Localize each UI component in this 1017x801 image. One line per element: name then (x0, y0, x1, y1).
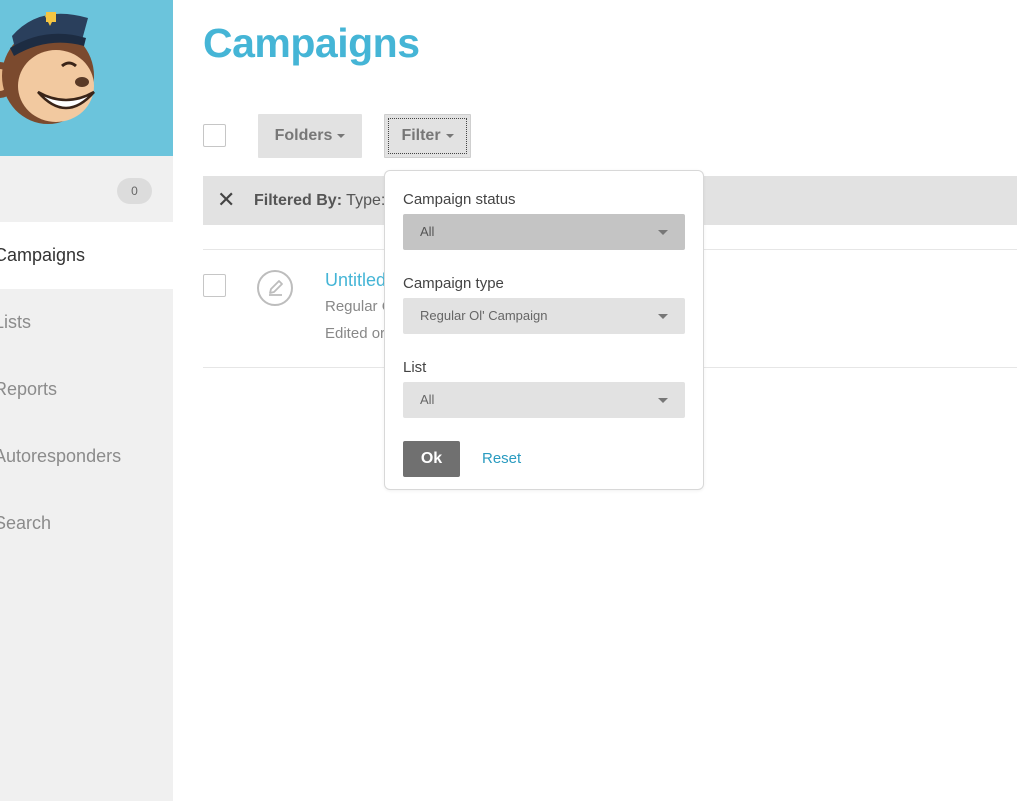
folders-button-label: Folders (274, 127, 333, 144)
filter-description: Filtered By: Type: (254, 192, 385, 210)
list-value: All (420, 392, 435, 407)
campaign-status-value: All (420, 224, 435, 239)
campaign-type-select[interactable]: Regular Ol' Campaign (403, 298, 685, 334)
campaign-type-text: Regular C (325, 298, 393, 315)
campaign-status-label: Campaign status (403, 191, 516, 208)
sidebar: 0 Campaigns Lists Reports Autoresponders… (0, 0, 173, 801)
close-icon[interactable]: ✕ (217, 188, 235, 212)
filter-button-label: Filter (401, 127, 441, 144)
campaign-edited-text: Edited or (325, 325, 386, 342)
sidebar-nav: Campaigns Lists Reports Autoresponders S… (0, 222, 173, 557)
monkey-logo-icon (0, 12, 95, 124)
sidebar-item-label: Campaigns (0, 245, 86, 265)
chevron-down-icon (658, 230, 668, 235)
chevron-down-icon (658, 398, 668, 403)
campaign-row-checkbox[interactable] (203, 274, 226, 297)
logo-banner[interactable] (0, 0, 173, 156)
sidebar-item-search[interactable]: Search (0, 490, 173, 557)
select-all-checkbox[interactable] (203, 124, 226, 147)
campaign-type-label: Campaign type (403, 275, 504, 292)
filter-type-text: Type: (346, 192, 386, 209)
sidebar-item-lists[interactable]: Lists (0, 289, 173, 356)
sidebar-item-campaigns[interactable]: Campaigns (0, 222, 173, 289)
sidebar-item-label: Search (0, 513, 52, 533)
sidebar-item-label: Reports (0, 379, 58, 399)
sidebar-item-autoresponders[interactable]: Autoresponders (0, 423, 173, 490)
list-label: List (403, 359, 427, 376)
folders-button[interactable]: Folders (258, 114, 362, 158)
pencil-edit-icon (257, 270, 293, 306)
notification-badge[interactable]: 0 (117, 178, 152, 204)
sidebar-item-label: Autoresponders (0, 446, 122, 466)
campaign-title-link[interactable]: Untitled (325, 270, 386, 291)
filter-prefix: Filtered By: (254, 192, 343, 209)
sidebar-item-reports[interactable]: Reports (0, 356, 173, 423)
page-title: Campaigns (203, 20, 420, 66)
list-select[interactable]: All (403, 382, 685, 418)
chevron-down-icon (445, 133, 454, 138)
filter-button[interactable]: Filter (384, 114, 471, 158)
chevron-down-icon (658, 314, 668, 319)
campaign-status-select[interactable]: All (403, 214, 685, 250)
campaign-type-value: Regular Ol' Campaign (420, 308, 548, 323)
sidebar-item-label: Lists (0, 312, 32, 332)
chevron-down-icon (337, 133, 346, 138)
ok-button[interactable]: Ok (403, 441, 460, 477)
reset-link[interactable]: Reset (482, 450, 521, 467)
filter-popup: Campaign status All Campaign type Regula… (384, 170, 704, 490)
